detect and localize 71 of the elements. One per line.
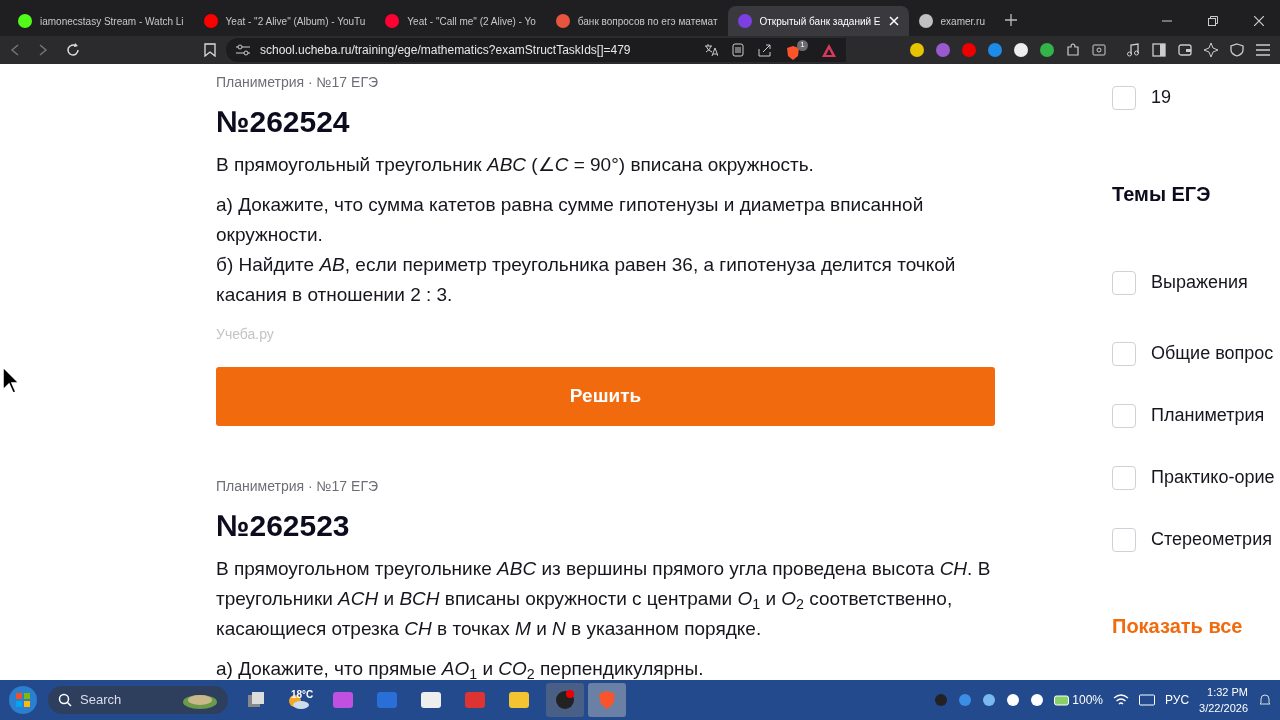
triangle-icon[interactable] bbox=[822, 43, 836, 57]
tab-title: Открытый банк заданий Е bbox=[759, 14, 881, 29]
source-label: Учеба.ру bbox=[216, 325, 275, 344]
section-heading: Темы ЕГЭ bbox=[1112, 182, 1212, 207]
checkbox-label: Практико-орие bbox=[1151, 466, 1275, 489]
url-text: school.ucheba.ru/training/ege/mathematics?examStructTaskIds[]=479 bbox=[260, 42, 631, 59]
restore-icon[interactable] bbox=[1208, 16, 1218, 26]
task-text: а) Докажите, что сумма катетов равна сумме гипотенузы и диаметра вписанной окружности. б) Найдите AB, если периметр треугольника равен 36, а гипотенуза делится точкой касания в отношении 2 : 3. bbox=[216, 193, 957, 307]
site-settings-icon[interactable] bbox=[236, 44, 250, 56]
cursor-icon bbox=[2, 366, 20, 394]
notification-badge: 1 bbox=[797, 39, 808, 51]
browser-tab[interactable]: examer.ru bbox=[908, 6, 995, 36]
start-icon[interactable] bbox=[8, 685, 38, 715]
temperature-text: 18°C bbox=[291, 688, 314, 702]
tab-title: Yeat - "2 Alive" (Album) - YouTu bbox=[225, 14, 366, 29]
search-field[interactable]: Search bbox=[48, 686, 228, 714]
tab-title: Yeat - "Call me" (2 Alive) - Yo bbox=[407, 14, 536, 29]
task-text: а) Докажите, что прямые AO$_{1}$ и CO$_{2}$ перпендикулярны. bbox=[216, 657, 705, 680]
keyboard-icon[interactable] bbox=[1139, 694, 1156, 706]
checkbox-label: 19 bbox=[1151, 86, 1172, 109]
breadcrumb: Планиметрия · №17 ЕГЭ bbox=[216, 73, 380, 92]
new-tab-icon[interactable] bbox=[1005, 14, 1017, 26]
task-number: №262523 bbox=[216, 508, 351, 544]
tab-title: iamonecstasy Stream - Watch Li bbox=[40, 14, 184, 29]
browser-tab[interactable]: Yeat - "2 Alive" (Album) - YouTu bbox=[193, 6, 376, 36]
browser-tab[interactable]: банк вопросов по егэ математ bbox=[545, 6, 728, 36]
menu-icon[interactable] bbox=[1256, 44, 1270, 56]
clock-date: 3/22/2026 bbox=[1199, 701, 1248, 716]
checkbox[interactable] bbox=[1112, 85, 1136, 110]
breadcrumb: Планиметрия · №17 ЕГЭ bbox=[216, 477, 380, 496]
task-text: В прямоугольном треугольнике ABC из вершины прямого угла проведена высота CH. В треугольники ACH и BCH вписаны окружности с центрами O$_{1}$ и O$_{2}$ соответственно, касающиеся отрезка CH в точках M и N в указанном порядке. bbox=[216, 557, 992, 641]
task-text: В прямоугольный треугольник ABC (∠C = 90°) вписана окружность. bbox=[216, 153, 815, 177]
language-text: РУС bbox=[1165, 692, 1190, 709]
checkbox[interactable] bbox=[1112, 527, 1136, 552]
checkbox[interactable] bbox=[1112, 341, 1136, 366]
wallet-icon[interactable] bbox=[1178, 43, 1192, 57]
battery-text: 100% bbox=[1072, 692, 1104, 709]
tab-title: банк вопросов по егэ математ bbox=[577, 14, 718, 29]
browser-tab[interactable]: Открытый банк заданий Е bbox=[727, 6, 909, 36]
forward-icon[interactable] bbox=[38, 44, 48, 56]
taskbar-app-button[interactable] bbox=[546, 683, 584, 717]
music-icon[interactable] bbox=[1126, 43, 1140, 57]
task-number: №262524 bbox=[216, 104, 351, 140]
checkbox-label: Выражения bbox=[1151, 271, 1248, 294]
close-icon[interactable] bbox=[1254, 16, 1264, 26]
checkbox[interactable] bbox=[1112, 270, 1136, 295]
checkbox[interactable] bbox=[1112, 403, 1136, 428]
brave-shield-icon[interactable] bbox=[786, 44, 800, 61]
vpn-shield-icon[interactable] bbox=[1230, 43, 1244, 57]
clock-time: 1:32 PM bbox=[1207, 684, 1248, 700]
reader-icon[interactable] bbox=[732, 43, 744, 57]
sidebar-icon[interactable] bbox=[1152, 43, 1166, 57]
browser-tab[interactable]: iamonecstasy Stream - Watch Li bbox=[8, 6, 194, 36]
address-bar[interactable]: school.ucheba.ru/training/ege/mathematics?examStructTaskIds[]=479 1 bbox=[226, 38, 846, 62]
back-icon[interactable] bbox=[10, 44, 20, 56]
battery-icon[interactable] bbox=[1054, 694, 1071, 706]
search-placeholder: Search bbox=[80, 691, 122, 710]
browser-tab[interactable]: Yeat - "Call me" (2 Alive) - Yo bbox=[375, 6, 546, 36]
tab-title: examer.ru bbox=[940, 14, 985, 29]
checkbox-label: Стереометрия bbox=[1151, 528, 1272, 551]
task-view-icon[interactable] bbox=[246, 690, 266, 710]
reload-icon[interactable] bbox=[66, 43, 80, 57]
sparkle-icon[interactable] bbox=[1204, 43, 1218, 57]
checkbox-label: Общие вопрос bbox=[1151, 342, 1274, 365]
translate-icon[interactable] bbox=[704, 43, 718, 57]
share-icon[interactable] bbox=[758, 43, 772, 57]
checkbox-label: Планиметрия bbox=[1151, 404, 1265, 427]
bookmark-icon[interactable] bbox=[204, 43, 216, 57]
notification-icon[interactable] bbox=[1258, 693, 1272, 707]
wifi-icon[interactable] bbox=[1113, 694, 1130, 706]
checkbox[interactable] bbox=[1112, 465, 1136, 490]
